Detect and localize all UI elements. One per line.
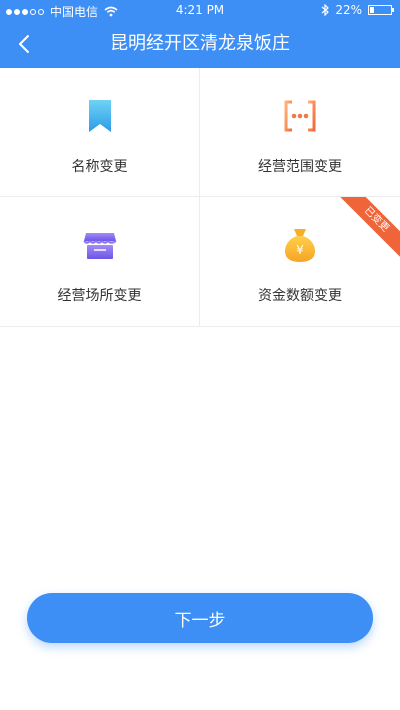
brackets-icon bbox=[284, 100, 316, 132]
nav-bar: 昆明经开区清龙泉饭庄 bbox=[0, 20, 400, 68]
money-bag-icon: ¥ bbox=[285, 229, 315, 262]
battery-icon bbox=[368, 5, 394, 15]
change-options-grid: 名称变更 经营范围变更 经营场所变更 ¥ 资金数额变更 已变更 bbox=[0, 68, 400, 327]
option-scope-change[interactable]: 经营范围变更 bbox=[200, 68, 400, 197]
option-label: 资金数额变更 bbox=[258, 288, 342, 304]
option-premises-change[interactable]: 经营场所变更 bbox=[0, 197, 200, 326]
option-name-change[interactable]: 名称变更 bbox=[0, 68, 200, 197]
option-label: 经营范围变更 bbox=[258, 159, 342, 175]
status-bar: 中国电信 4:21 PM 22% bbox=[0, 0, 400, 20]
svg-text:¥: ¥ bbox=[296, 243, 304, 257]
next-step-button[interactable]: 下一步 bbox=[27, 593, 373, 643]
bookmark-icon bbox=[89, 100, 111, 132]
chevron-left-icon bbox=[19, 35, 29, 53]
back-button[interactable] bbox=[4, 20, 44, 68]
status-right: 22% bbox=[321, 3, 394, 17]
changed-badge: 已变更 bbox=[334, 197, 400, 262]
option-label: 名称变更 bbox=[71, 159, 128, 175]
page-title: 昆明经开区清龙泉饭庄 bbox=[110, 33, 290, 54]
bluetooth-icon bbox=[321, 4, 330, 16]
store-icon bbox=[83, 233, 117, 259]
option-label: 经营场所变更 bbox=[57, 288, 142, 304]
battery-level-fill bbox=[370, 7, 374, 13]
option-capital-change[interactable]: ¥ 资金数额变更 已变更 bbox=[200, 197, 400, 326]
battery-percent: 22% bbox=[335, 3, 362, 17]
